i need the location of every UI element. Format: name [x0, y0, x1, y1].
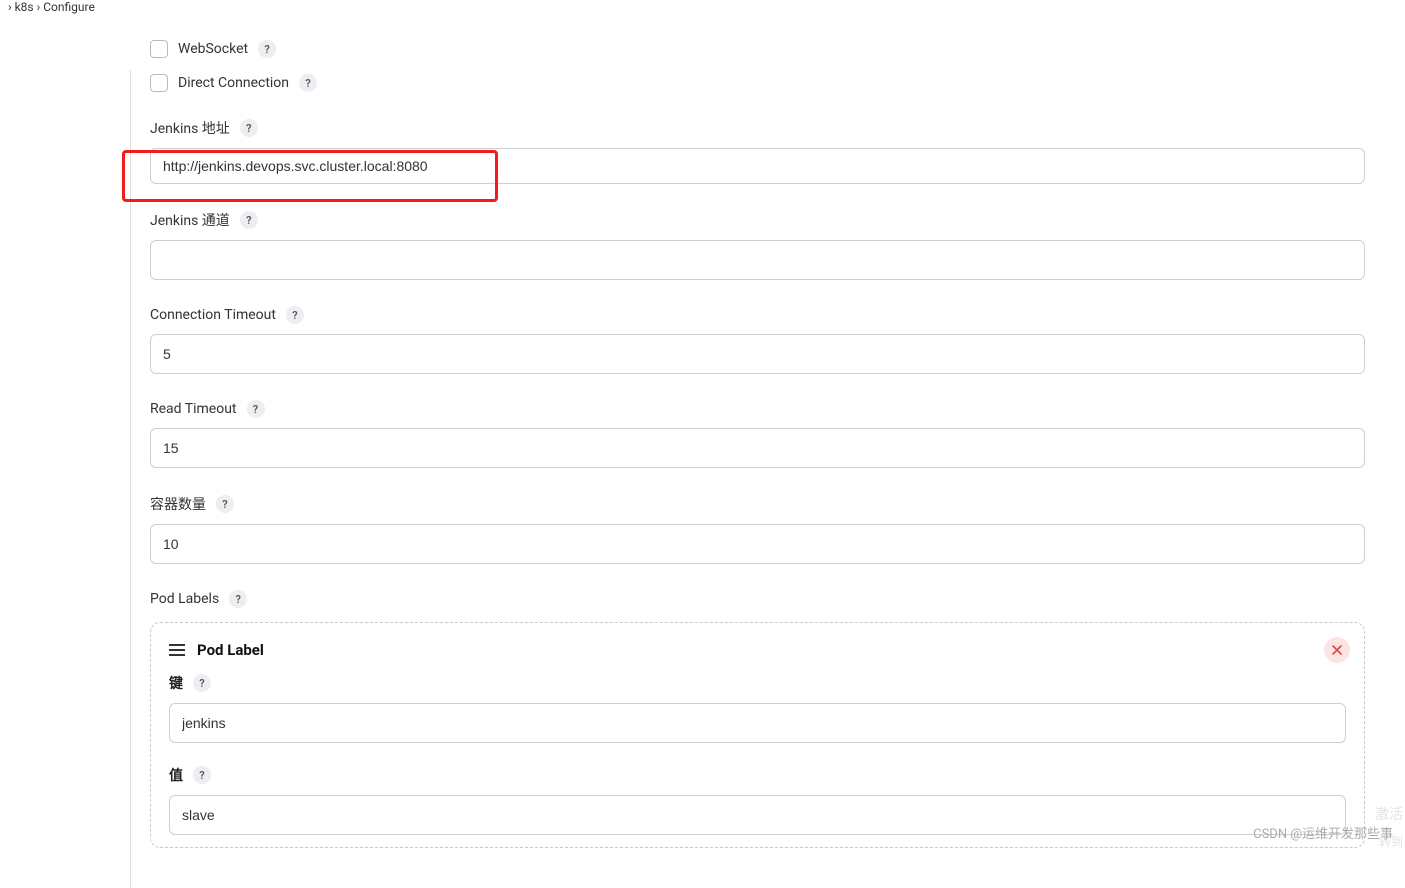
container-cap-input[interactable]	[150, 524, 1365, 564]
close-icon	[1332, 645, 1342, 655]
label-text: Jenkins 地址	[150, 118, 230, 138]
breadcrumb-sep: ›	[8, 0, 12, 14]
os-watermark: 激活	[1375, 804, 1403, 824]
label-text: 值	[169, 765, 183, 785]
pod-label-value-input[interactable]	[169, 795, 1346, 835]
read-timeout-row: Read Timeout ?	[150, 400, 1365, 468]
form-content: WebSocket ? Direct Connection ? Jenkins …	[150, 40, 1365, 848]
pod-label-panel: Pod Label 键 ? 值 ?	[150, 622, 1365, 848]
container-cap-label: 容器数量 ?	[150, 494, 1365, 514]
pod-label-value-label: 值 ?	[169, 765, 1346, 785]
label-text: 容器数量	[150, 494, 206, 514]
help-icon[interactable]: ?	[216, 495, 234, 513]
pod-label-title: Pod Label	[197, 641, 264, 659]
websocket-checkbox[interactable]	[150, 40, 168, 58]
pod-labels-row: Pod Labels ? Pod Label 键 ?	[150, 590, 1365, 848]
label-text: Jenkins 通道	[150, 210, 230, 230]
pod-labels-label: Pod Labels ?	[150, 590, 1365, 608]
help-icon[interactable]: ?	[299, 74, 317, 92]
help-icon[interactable]: ?	[193, 674, 211, 692]
breadcrumb-item[interactable]: k8s	[15, 0, 34, 14]
jenkins-tunnel-row: Jenkins 通道 ?	[150, 210, 1365, 280]
connection-timeout-input[interactable]	[150, 334, 1365, 374]
jenkins-url-label: Jenkins 地址 ?	[150, 118, 1365, 138]
websocket-row: WebSocket ?	[150, 40, 1365, 58]
jenkins-url-input[interactable]	[150, 148, 1365, 184]
websocket-label: WebSocket	[178, 41, 248, 57]
connection-timeout-row: Connection Timeout ?	[150, 306, 1365, 374]
page-body: WebSocket ? Direct Connection ? Jenkins …	[0, 40, 1405, 888]
direct-connection-row: Direct Connection ?	[150, 74, 1365, 92]
help-icon[interactable]: ?	[193, 766, 211, 784]
help-icon[interactable]: ?	[247, 400, 265, 418]
container-cap-row: 容器数量 ?	[150, 494, 1365, 564]
drag-handle-icon[interactable]	[169, 644, 185, 656]
pod-label-header: Pod Label	[169, 641, 1346, 659]
direct-connection-label: Direct Connection	[178, 75, 289, 91]
label-text: Connection Timeout	[150, 307, 276, 323]
side-divider	[130, 70, 131, 888]
label-text: Read Timeout	[150, 401, 237, 417]
help-icon[interactable]: ?	[229, 590, 247, 608]
jenkins-tunnel-label: Jenkins 通道 ?	[150, 210, 1365, 230]
connection-timeout-label: Connection Timeout ?	[150, 306, 1365, 324]
breadcrumb: › k8s › Configure	[0, 0, 1405, 14]
breadcrumb-item[interactable]: Configure	[43, 0, 95, 14]
breadcrumb-sep: ›	[37, 0, 41, 14]
read-timeout-label: Read Timeout ?	[150, 400, 1365, 418]
csdn-watermark: CSDN @运维开发那些事	[1253, 823, 1393, 842]
help-icon[interactable]: ?	[240, 119, 258, 137]
help-icon[interactable]: ?	[258, 40, 276, 58]
help-icon[interactable]: ?	[286, 306, 304, 324]
jenkins-url-row: Jenkins 地址 ?	[150, 118, 1365, 184]
jenkins-tunnel-input[interactable]	[150, 240, 1365, 280]
label-text: Pod Labels	[150, 591, 219, 607]
pod-label-key-input[interactable]	[169, 703, 1346, 743]
label-text: 键	[169, 673, 183, 693]
pod-label-key-label: 键 ?	[169, 673, 1346, 693]
remove-pod-label-button[interactable]	[1324, 637, 1350, 663]
direct-connection-checkbox[interactable]	[150, 74, 168, 92]
read-timeout-input[interactable]	[150, 428, 1365, 468]
help-icon[interactable]: ?	[240, 211, 258, 229]
